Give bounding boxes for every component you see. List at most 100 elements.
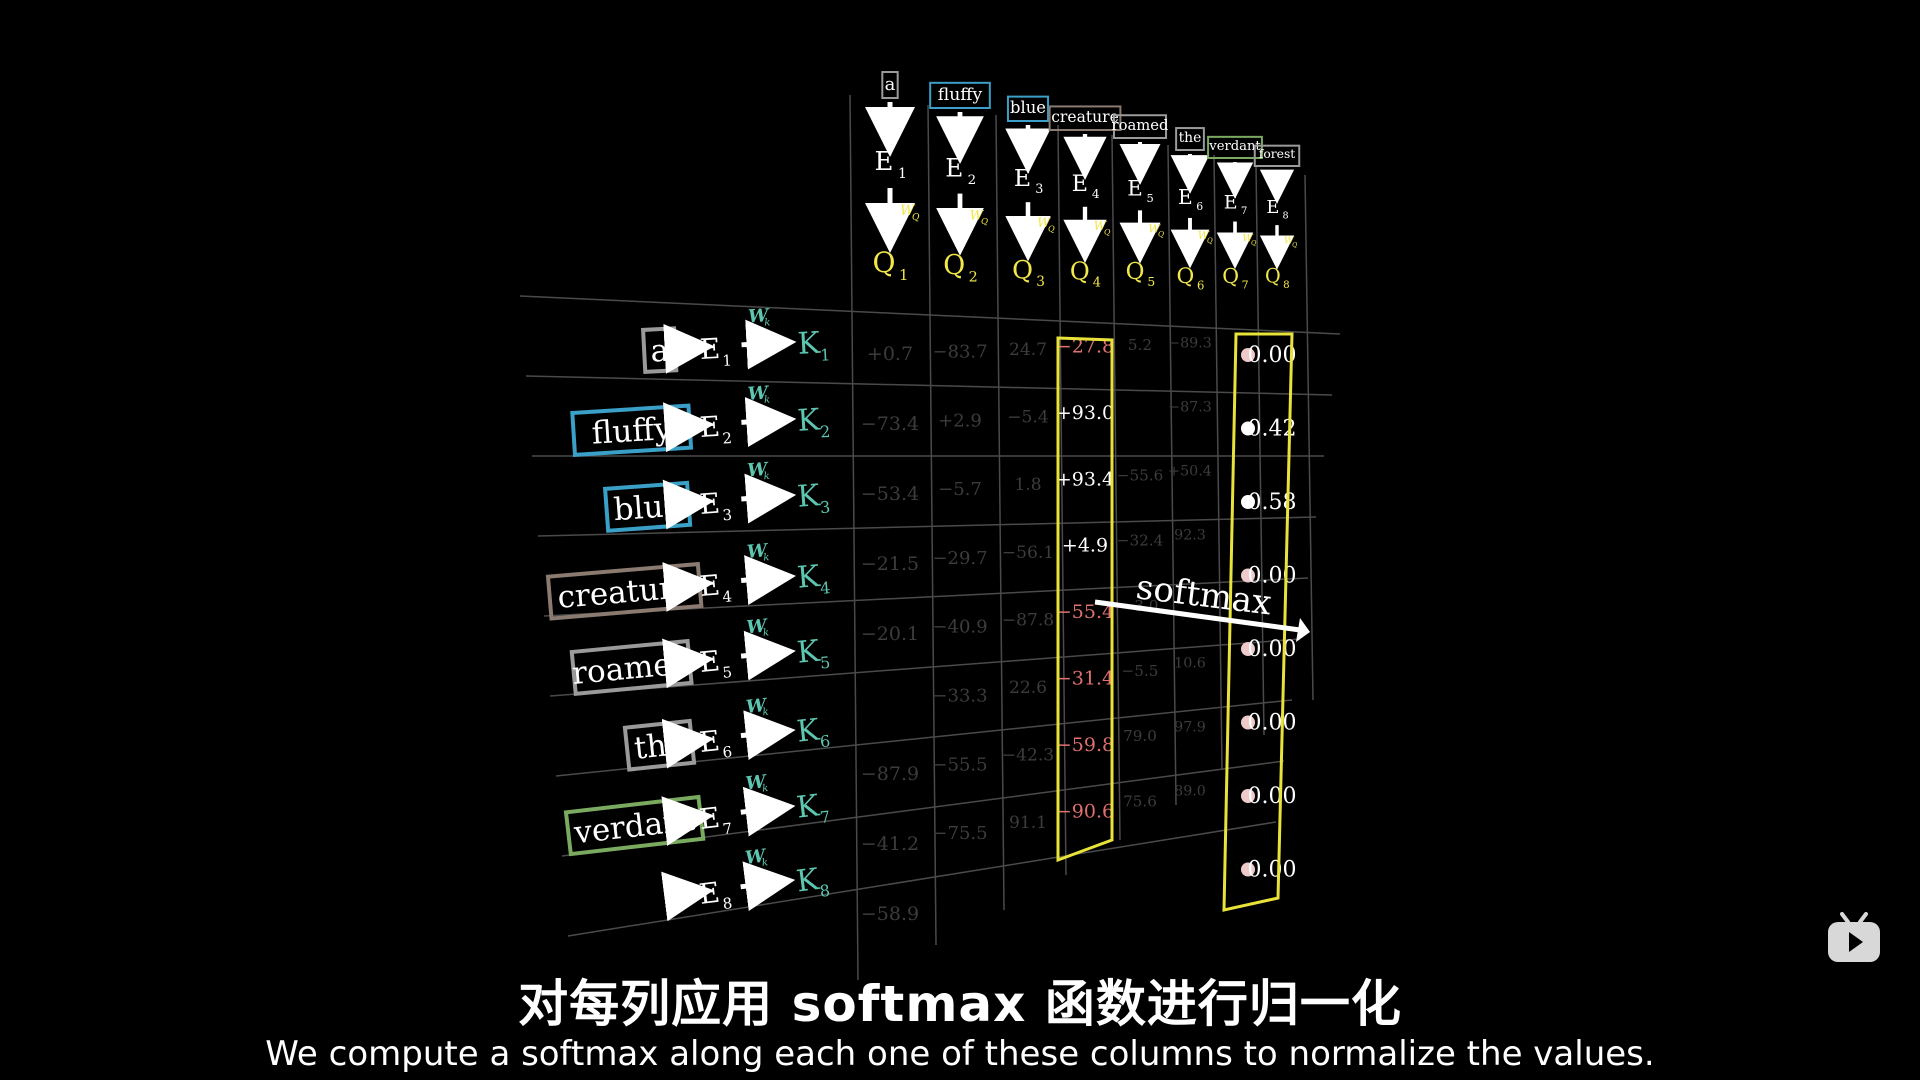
grid-cell-value: −53.4 xyxy=(861,483,919,505)
embedding-letter: E xyxy=(1178,185,1193,209)
embedding-letter: E xyxy=(698,568,721,603)
grid-horizontal-line xyxy=(525,375,1333,396)
embedding-letter: E xyxy=(1266,197,1279,218)
subtitle-chinese: 对每列应用 softmax 函数进行归一化 xyxy=(518,975,1402,1033)
query-letter: Q xyxy=(1176,264,1194,289)
embedding-subscript: 8 xyxy=(722,894,734,913)
softmax-value: 0.00 xyxy=(1248,784,1297,809)
column-header-roamed: roamedE 5WQQ 5 xyxy=(1112,114,1169,289)
grid-cell-value: −5.7 xyxy=(938,479,982,500)
column-token-label: creature xyxy=(1051,108,1119,126)
grid-cell-value: +93.0 xyxy=(1056,402,1114,424)
attention-grid-scene: aE 1WQQ 1fluffyE 2WQQ 2blueE 3WQQ 3creatureE 4W… xyxy=(519,71,1341,981)
embedding-letter: E xyxy=(945,153,963,182)
grid-cell-value: 5.2 xyxy=(1128,336,1152,354)
query-letter: Q xyxy=(943,250,965,281)
embedding-subscript: 7 xyxy=(722,819,734,838)
wk-subscript: k xyxy=(764,317,771,328)
query-subscript: 7 xyxy=(1242,279,1249,292)
grid-vertical-line xyxy=(995,114,1005,911)
row-headers: a E 1WkK1fluffy E 2WkK2blue E 3WkK3creature E 4W… xyxy=(545,305,831,922)
query-letter: Q xyxy=(1012,256,1033,286)
embedding-subscript: 3 xyxy=(1035,182,1043,197)
grid-cell-value: −89.3 xyxy=(1168,336,1212,352)
embedding-letter: E xyxy=(1224,191,1238,213)
embedding-letter: E xyxy=(875,147,894,177)
grid-vertical-line xyxy=(927,104,937,946)
right-arrow-icon xyxy=(663,323,715,374)
right-arrow-icon xyxy=(740,630,796,681)
wk-subscript: k xyxy=(762,783,769,795)
wq-subscript: Q xyxy=(1048,223,1055,233)
grid-cell-value: −55.5 xyxy=(932,754,987,775)
right-arrow-icon xyxy=(740,555,796,606)
row-header-blue: blue E 3WkK3 xyxy=(602,459,831,533)
embedding-letter: E xyxy=(697,801,721,836)
grid-cell-value: 92.3 xyxy=(1174,528,1206,544)
grid-cell-value: 75.6 xyxy=(1123,792,1157,810)
embedding-subscript: 3 xyxy=(722,506,733,525)
query-letter: Q xyxy=(1126,259,1145,285)
key-letter: K xyxy=(797,326,822,362)
grid-cell-value: −83.7 xyxy=(932,342,987,363)
right-arrow-icon xyxy=(741,473,797,524)
grid-cell-value: −55.6 xyxy=(1117,466,1164,484)
column-token-label: blue xyxy=(1010,98,1046,117)
embedding-subscript: 1 xyxy=(722,351,732,369)
query-letter: Q xyxy=(1222,264,1239,288)
column-token-label: verdant xyxy=(1208,139,1261,154)
query-subscript: 1 xyxy=(899,266,909,284)
key-subscript: 3 xyxy=(819,497,831,517)
column-header-blue: blueE 3WQQ 3 xyxy=(1005,95,1055,290)
grid-cell-value: +0.7 xyxy=(867,343,913,365)
grid-cell-value: −87.9 xyxy=(861,763,919,785)
column-token-label: fluffy xyxy=(938,85,983,105)
wk-subscript: k xyxy=(762,707,769,719)
grid-cell-value: −58.9 xyxy=(861,903,919,925)
wk-subscript: k xyxy=(763,471,770,482)
wq-subscript: Q xyxy=(981,217,988,227)
row-header-creature: creature E 4WkK4 xyxy=(545,540,831,621)
embedding-subscript: 8 xyxy=(1282,210,1288,221)
grid-cell-value: 24.7 xyxy=(1009,340,1047,360)
query-subscript: 6 xyxy=(1197,278,1204,292)
right-arrow-icon xyxy=(662,402,715,453)
wk-subscript: k xyxy=(763,552,770,563)
query-letter: Q xyxy=(1070,257,1090,285)
key-subscript: 8 xyxy=(819,881,831,901)
embedding-subscript: 6 xyxy=(722,743,733,762)
query-letter: Q xyxy=(1265,265,1281,288)
grid-vertical-line xyxy=(1213,154,1223,771)
bilibili-tv-icon[interactable] xyxy=(1826,912,1882,968)
grid-cell-value: −90.6 xyxy=(1056,800,1114,822)
grid-cell-value: +93.4 xyxy=(1056,468,1114,490)
grid-cell-value: +2.9 xyxy=(938,410,982,431)
column-header-fluffy: fluffyE 2WQQ 2 xyxy=(929,81,991,285)
grid-cell-value: 97.9 xyxy=(1174,720,1206,736)
right-arrow-icon xyxy=(661,718,715,769)
embedding-letter: E xyxy=(1127,177,1143,202)
query-subscript: 3 xyxy=(1036,274,1045,290)
embedding-subscript: 2 xyxy=(968,173,977,188)
key-subscript: 2 xyxy=(820,422,831,442)
grid-cell-value: −75.5 xyxy=(932,823,987,844)
grid-cell-value: −40.9 xyxy=(932,617,987,638)
wq-subscript: Q xyxy=(1158,230,1164,239)
grid-cell-value: −87.3 xyxy=(1168,400,1212,416)
key-letter: K xyxy=(795,712,822,749)
right-arrow-icon xyxy=(740,710,796,760)
embedding-letter: E xyxy=(698,644,721,679)
embedding-letter: E xyxy=(698,487,721,521)
column-token-label: a xyxy=(885,74,896,95)
key-subscript: 1 xyxy=(820,345,831,365)
column-header-a: aE 1WQQ 1 xyxy=(865,71,920,284)
key-letter: K xyxy=(796,478,822,515)
grid-cell-value: −29.7 xyxy=(932,548,987,569)
embedding-subscript: 4 xyxy=(1092,187,1100,201)
column-headers: aE 1WQQ 1fluffyE 2WQQ 2blueE 3WQQ 3creatureE 4W… xyxy=(865,71,1301,292)
wq-subscript: Q xyxy=(1207,237,1213,245)
grid-cell-value: −41.2 xyxy=(861,833,919,855)
wq-subscript: Q xyxy=(1292,242,1297,249)
right-arrow-icon xyxy=(661,871,714,922)
column-token-label: roamed xyxy=(1112,117,1169,134)
